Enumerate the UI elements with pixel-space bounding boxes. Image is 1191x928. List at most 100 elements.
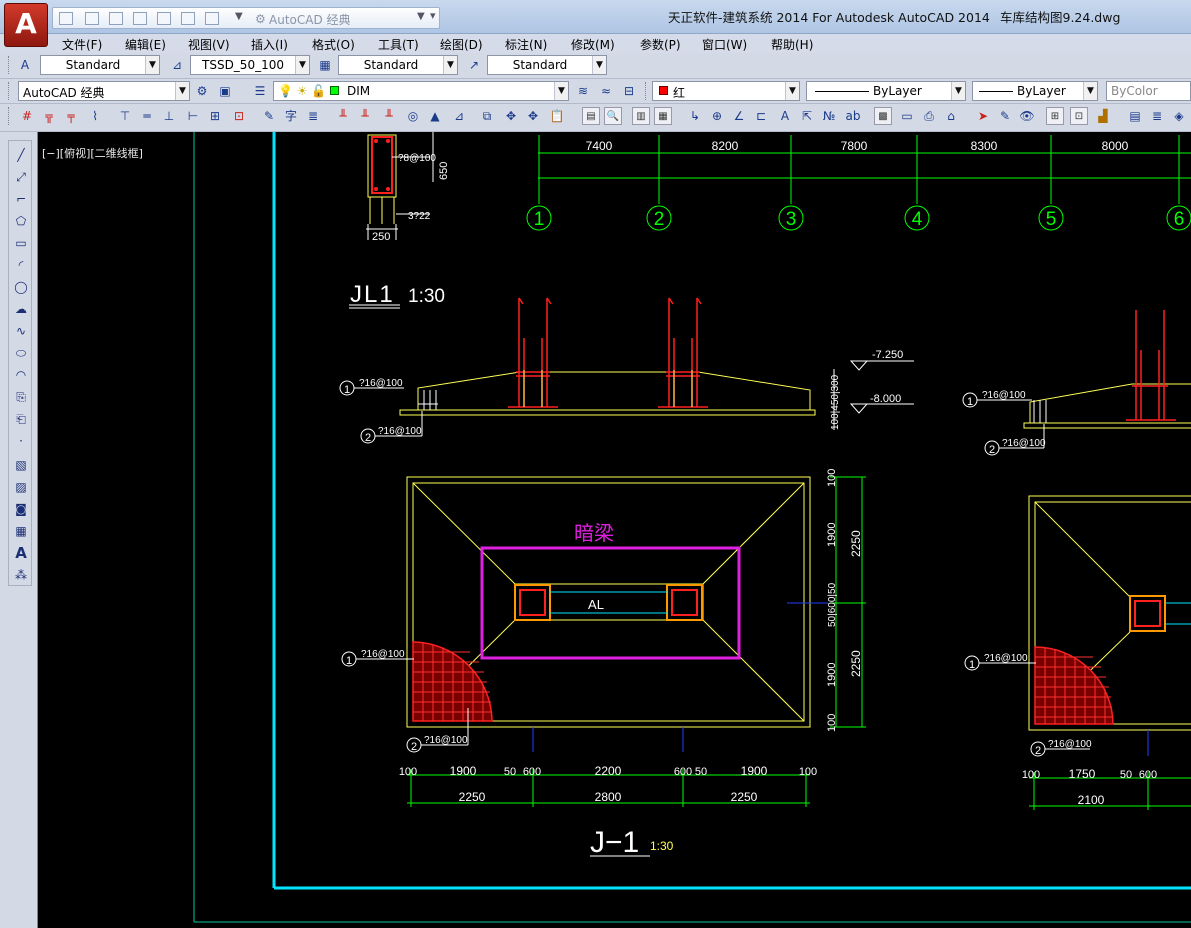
pencil-icon[interactable]: ✎	[996, 107, 1014, 125]
leader-icon[interactable]: ↳	[686, 107, 704, 125]
open-file-icon[interactable]	[85, 12, 99, 25]
menu-parametric[interactable]: 参数(P)	[640, 36, 681, 53]
layer-state-icon[interactable]: ⊟	[620, 82, 638, 100]
menu-file[interactable]: 文件(F)	[62, 36, 102, 53]
circle-icon[interactable]: ◎	[404, 107, 422, 125]
workspace-dropdown-icon[interactable]: ▼	[417, 11, 425, 22]
number-icon[interactable]: №	[820, 107, 838, 125]
toolbar-grip[interactable]	[645, 82, 648, 100]
customize-qat-icon[interactable]: ▾	[430, 9, 436, 22]
menu-window[interactable]: 窗口(W)	[702, 36, 747, 53]
redo-icon[interactable]	[205, 12, 219, 25]
menu-dimension[interactable]: 标注(N)	[505, 36, 547, 53]
plotstyle-select[interactable]: ByColor	[1106, 81, 1191, 101]
menu-view[interactable]: 视图(V)	[188, 36, 230, 53]
application-menu-button[interactable]: A	[4, 3, 48, 47]
layers-icon[interactable]: ≣	[1148, 107, 1166, 125]
angle-icon[interactable]: ∠	[730, 107, 748, 125]
text-style-select[interactable]: Standard ▼	[40, 55, 160, 75]
layout-icon[interactable]: ▤	[1126, 107, 1144, 125]
ordinate-dim-icon[interactable]: ⊞	[206, 107, 224, 125]
point-icon[interactable]: ·	[11, 431, 31, 451]
rebar-icon[interactable]: ╨	[334, 107, 352, 125]
rectangle-icon[interactable]: ▭	[11, 233, 31, 253]
menu-edit[interactable]: 编辑(E)	[125, 36, 166, 53]
print-icon[interactable]: ⎙	[920, 107, 938, 125]
table-icon[interactable]: ▦	[11, 521, 31, 541]
ellipse-icon[interactable]: ⬭	[11, 343, 31, 363]
baseline-dim-icon[interactable]: ⊥	[160, 107, 178, 125]
workspace-settings-icon[interactable]: ⚙	[193, 82, 211, 100]
multileader-style-select[interactable]: Standard ▼	[487, 55, 607, 75]
copy-icon[interactable]: ⧉	[478, 107, 496, 125]
revision-cloud-icon[interactable]: ☁	[11, 299, 31, 319]
toolbar-grip[interactable]	[8, 82, 11, 100]
linetype-select[interactable]: ByLayer ▼	[806, 81, 966, 101]
beam-icon[interactable]: ╤	[62, 107, 80, 125]
text-style-icon[interactable]: A	[16, 56, 34, 74]
text-edit-icon[interactable]: ✎	[260, 107, 278, 125]
lineweight-select[interactable]: ByLayer ▼	[972, 81, 1098, 101]
polygon-icon[interactable]: ⬠	[11, 211, 31, 231]
stair-icon[interactable]: ⊏	[752, 107, 770, 125]
break-dim-icon[interactable]: ⊡	[230, 107, 248, 125]
gear-icon[interactable]: ⚙	[255, 12, 266, 26]
toolbar-grip[interactable]	[8, 56, 11, 74]
polyline-icon[interactable]: ⌐	[11, 189, 31, 209]
stack-icon[interactable]: ◈	[1170, 107, 1188, 125]
plot-icon[interactable]	[157, 12, 171, 25]
dropdown-arrow-icon[interactable]: ▼	[235, 11, 243, 22]
add-selected-icon[interactable]: ⁂	[11, 565, 31, 585]
color-select[interactable]: 红 ▼	[652, 81, 800, 101]
layer-select[interactable]: 💡 ☀ 🔓 DIM ▼	[273, 81, 569, 101]
make-current-layer-icon[interactable]: ≋	[574, 82, 592, 100]
gradient-icon[interactable]: ▨	[11, 477, 31, 497]
multiline-text-icon[interactable]: A	[11, 543, 31, 563]
paste-icon[interactable]: 📋	[548, 107, 566, 125]
save-icon[interactable]	[109, 12, 123, 25]
circle-icon[interactable]: ◯	[11, 277, 31, 297]
section-icon[interactable]: ⊿	[450, 107, 468, 125]
dim-style-select[interactable]: TSSD_50_100 ▼	[190, 55, 310, 75]
column-icon[interactable]: ╦	[40, 107, 58, 125]
menu-insert[interactable]: 插入(I)	[251, 36, 288, 53]
dim-style-icon[interactable]: ⊿	[168, 56, 186, 74]
menu-modify[interactable]: 修改(M)	[571, 36, 615, 53]
arc-icon[interactable]: ◜	[11, 255, 31, 275]
grid-axis-icon[interactable]: #	[18, 107, 36, 125]
region-icon[interactable]: ◙	[11, 499, 31, 519]
ruler-icon[interactable]: ▭	[898, 107, 916, 125]
menu-format[interactable]: 格式(O)	[312, 36, 355, 53]
line-icon[interactable]: ╱	[11, 145, 31, 165]
continue-dim-icon[interactable]: ⊢	[184, 107, 202, 125]
single-text-icon[interactable]: 字	[282, 107, 300, 125]
make-block-icon[interactable]: ⎗	[11, 409, 31, 429]
table-style-select[interactable]: Standard ▼	[338, 55, 458, 75]
pointer-icon[interactable]: ➤	[974, 107, 992, 125]
elevation-icon[interactable]: ▲	[426, 107, 444, 125]
table-style-icon[interactable]: ▦	[316, 56, 334, 74]
workspace-select[interactable]: AutoCAD 经典 ▼	[18, 81, 190, 101]
toolbar-grip[interactable]	[8, 107, 11, 125]
menu-tools[interactable]: 工具(T)	[378, 36, 419, 53]
export-icon[interactable]: ⇱	[798, 107, 816, 125]
spline-icon[interactable]: ∿	[11, 321, 31, 341]
menu-help[interactable]: 帮助(H)	[771, 36, 813, 53]
menu-draw[interactable]: 绘图(D)	[440, 36, 483, 53]
save-as-icon[interactable]	[133, 12, 147, 25]
multileader-style-icon[interactable]: ↗	[465, 56, 483, 74]
center-mark-icon[interactable]: ⊕	[708, 107, 726, 125]
move-icon[interactable]: ✥	[502, 107, 520, 125]
block-icon[interactable]: ▥	[632, 107, 650, 125]
eye-icon[interactable]: 👁	[1018, 107, 1036, 125]
hatch-icon[interactable]: ▩	[874, 107, 892, 125]
text-a-icon[interactable]: A	[776, 107, 794, 125]
workspace-switcher[interactable]: AutoCAD 经典	[269, 11, 351, 28]
multiline-text-icon[interactable]: ≣	[304, 107, 322, 125]
point-icon[interactable]: ⊡	[1070, 107, 1088, 125]
drawing-canvas[interactable]: [−][俯视][二维线框] 250 ?8@100 3?22 650 7400 8…	[38, 132, 1191, 928]
building-icon[interactable]: ⌂	[942, 107, 960, 125]
wall-icon[interactable]: ⌇	[86, 107, 104, 125]
properties-icon[interactable]: ▤	[582, 107, 600, 125]
insert-block-icon[interactable]: ⎘	[11, 387, 31, 407]
